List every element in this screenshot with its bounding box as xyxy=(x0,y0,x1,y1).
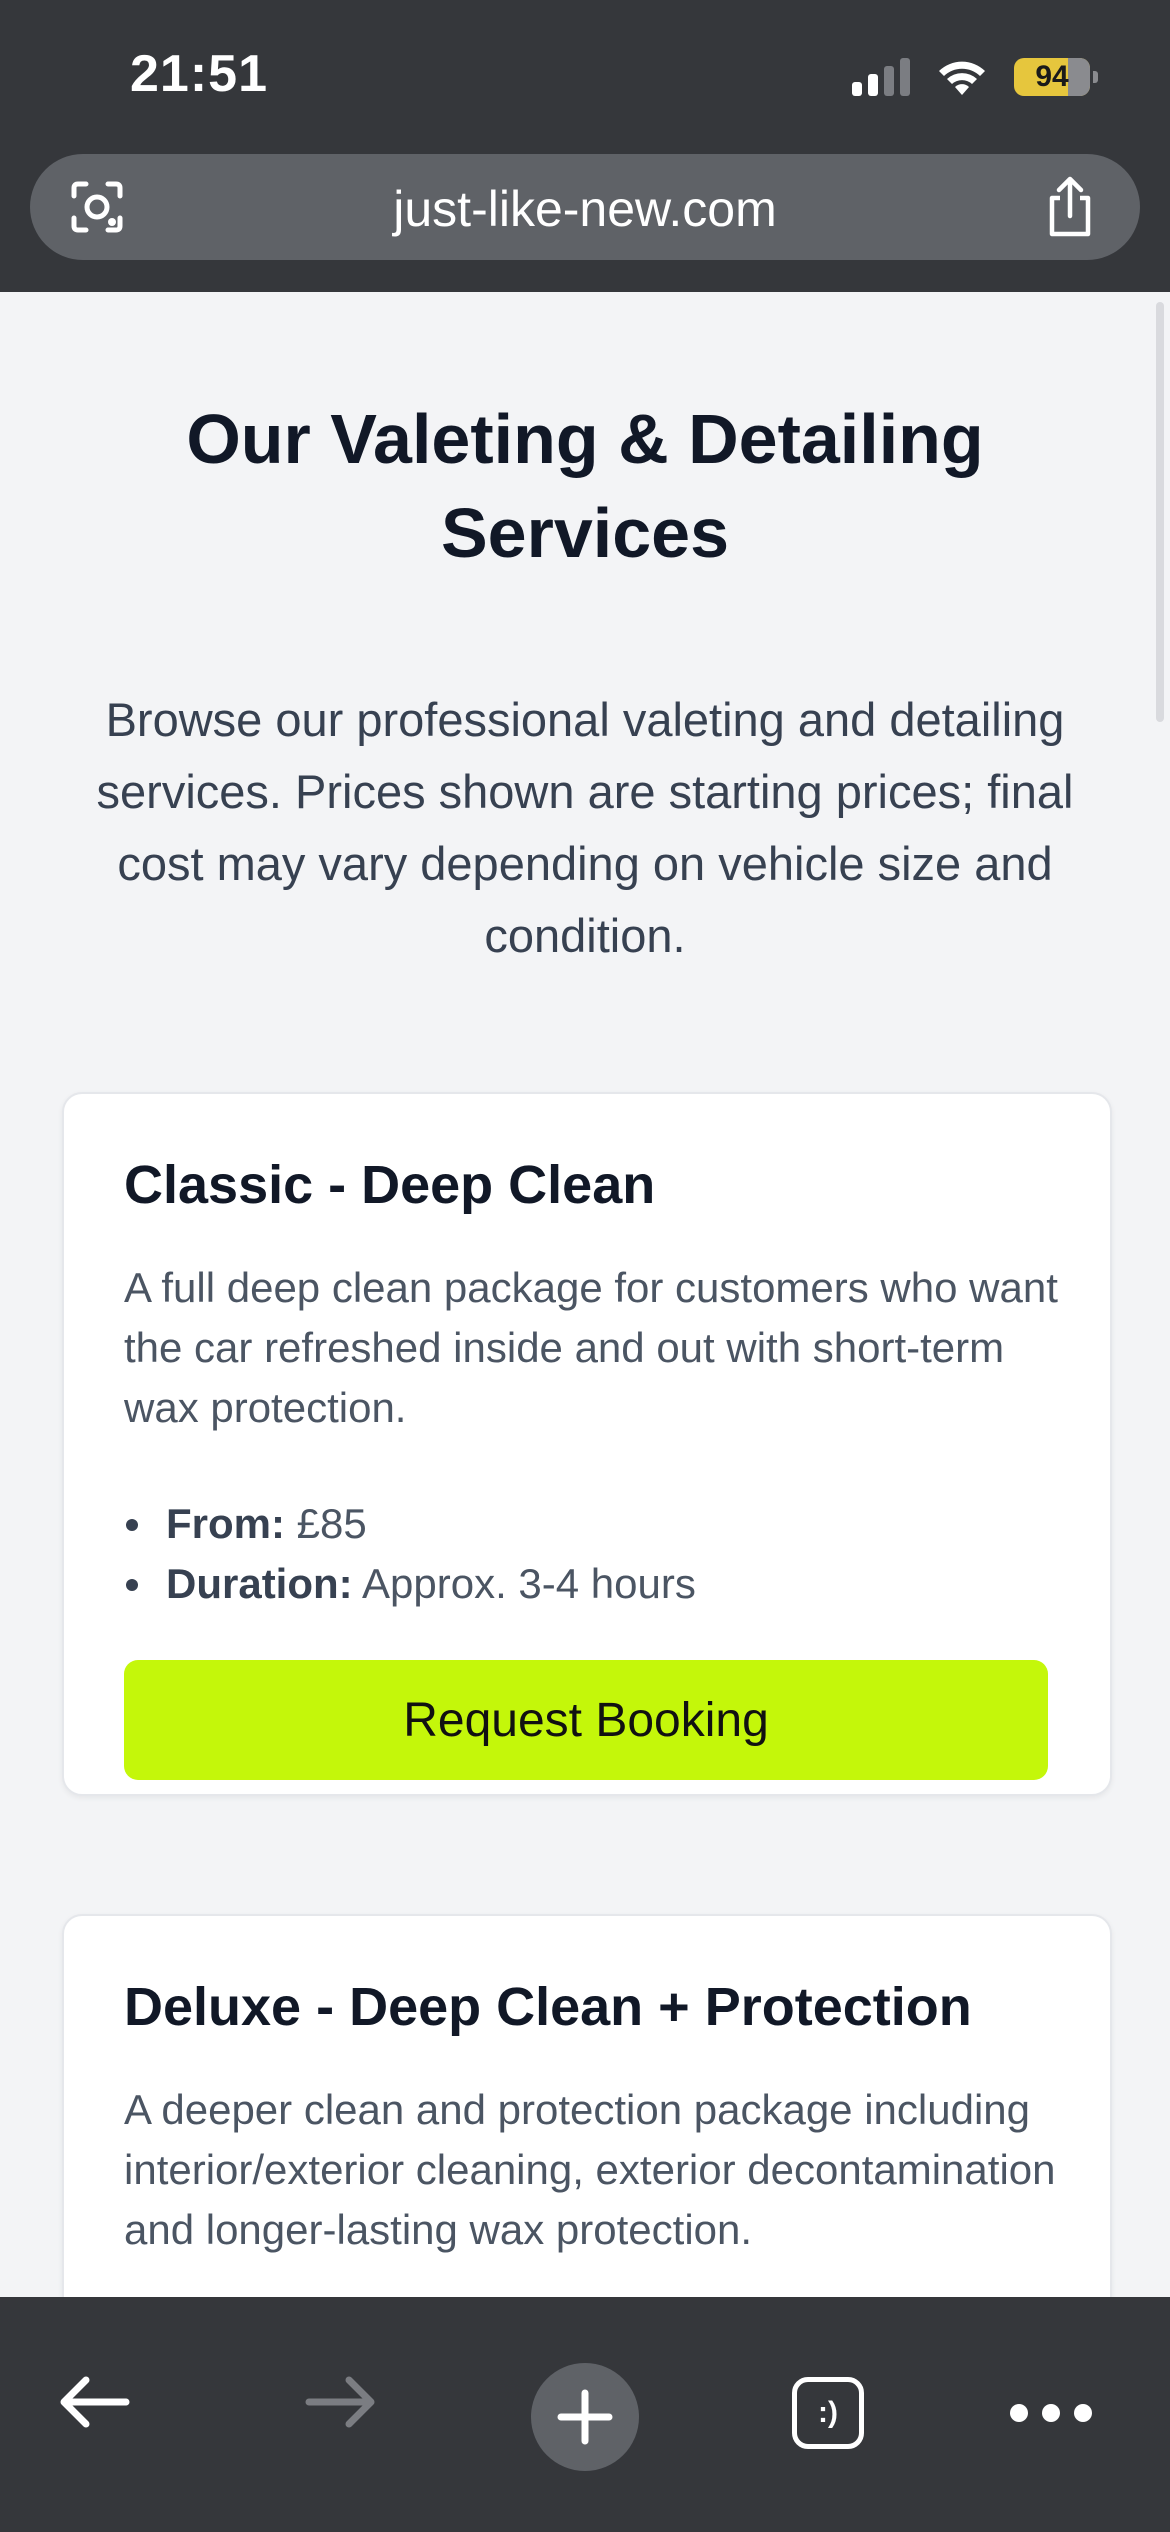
battery-charging-icon: 94 xyxy=(1014,58,1098,96)
duration-item: Duration: Approx. 3-4 hours xyxy=(124,1554,696,1614)
price-value: £85 xyxy=(296,1500,367,1547)
status-time: 21:51 xyxy=(130,45,268,103)
price-label: From: xyxy=(166,1500,285,1547)
price-item: From: £85 xyxy=(124,1494,696,1554)
page-content: Our Valeting & Detailing Services Browse… xyxy=(0,292,1170,2297)
tabs-icon[interactable]: :) xyxy=(792,2377,864,2449)
tabs-label: :) xyxy=(818,2396,838,2429)
request-booking-button[interactable]: Request Booking xyxy=(124,1660,1048,1780)
back-arrow-icon[interactable] xyxy=(50,2357,140,2447)
page-title: Our Valeting & Detailing Services xyxy=(186,400,984,572)
browser-top-chrome: 21:51 94 just-like-new.com xyxy=(0,0,1170,292)
status-icons: 94 xyxy=(852,52,1098,102)
service-title: Classic - Deep Clean xyxy=(124,1155,656,1215)
signal-icon xyxy=(852,58,910,96)
page-intro: Browse our professional valeting and det… xyxy=(96,693,1074,962)
wifi-icon xyxy=(939,61,985,95)
new-tab-button[interactable] xyxy=(531,2363,639,2471)
browser-toolbar: :) xyxy=(0,2297,1170,2532)
service-details: From: £85 Duration: Approx. 3-4 hours xyxy=(124,1494,696,1614)
share-icon[interactable] xyxy=(1042,176,1098,238)
service-description: A deeper clean and protection package in… xyxy=(124,2086,1056,2253)
service-card-classic: Classic - Deep Clean A full deep clean p… xyxy=(62,1092,1112,1796)
service-title: Deluxe - Deep Clean + Protection xyxy=(124,1977,972,2037)
service-description: A full deep clean package for customers … xyxy=(124,1264,1058,1431)
url-text: just-like-new.com xyxy=(393,181,777,237)
battery-level: 94 xyxy=(1035,60,1069,93)
forward-arrow-icon[interactable] xyxy=(295,2357,385,2447)
scrollbar[interactable] xyxy=(1156,302,1164,722)
duration-value: Approx. 3-4 hours xyxy=(362,1560,696,1607)
service-card-deluxe: Deluxe - Deep Clean + Protection A deepe… xyxy=(62,1914,1112,2297)
duration-label: Duration: xyxy=(166,1560,353,1607)
more-icon[interactable] xyxy=(1010,2395,1100,2431)
plus-icon xyxy=(557,2389,613,2445)
address-bar[interactable]: just-like-new.com xyxy=(30,154,1140,260)
